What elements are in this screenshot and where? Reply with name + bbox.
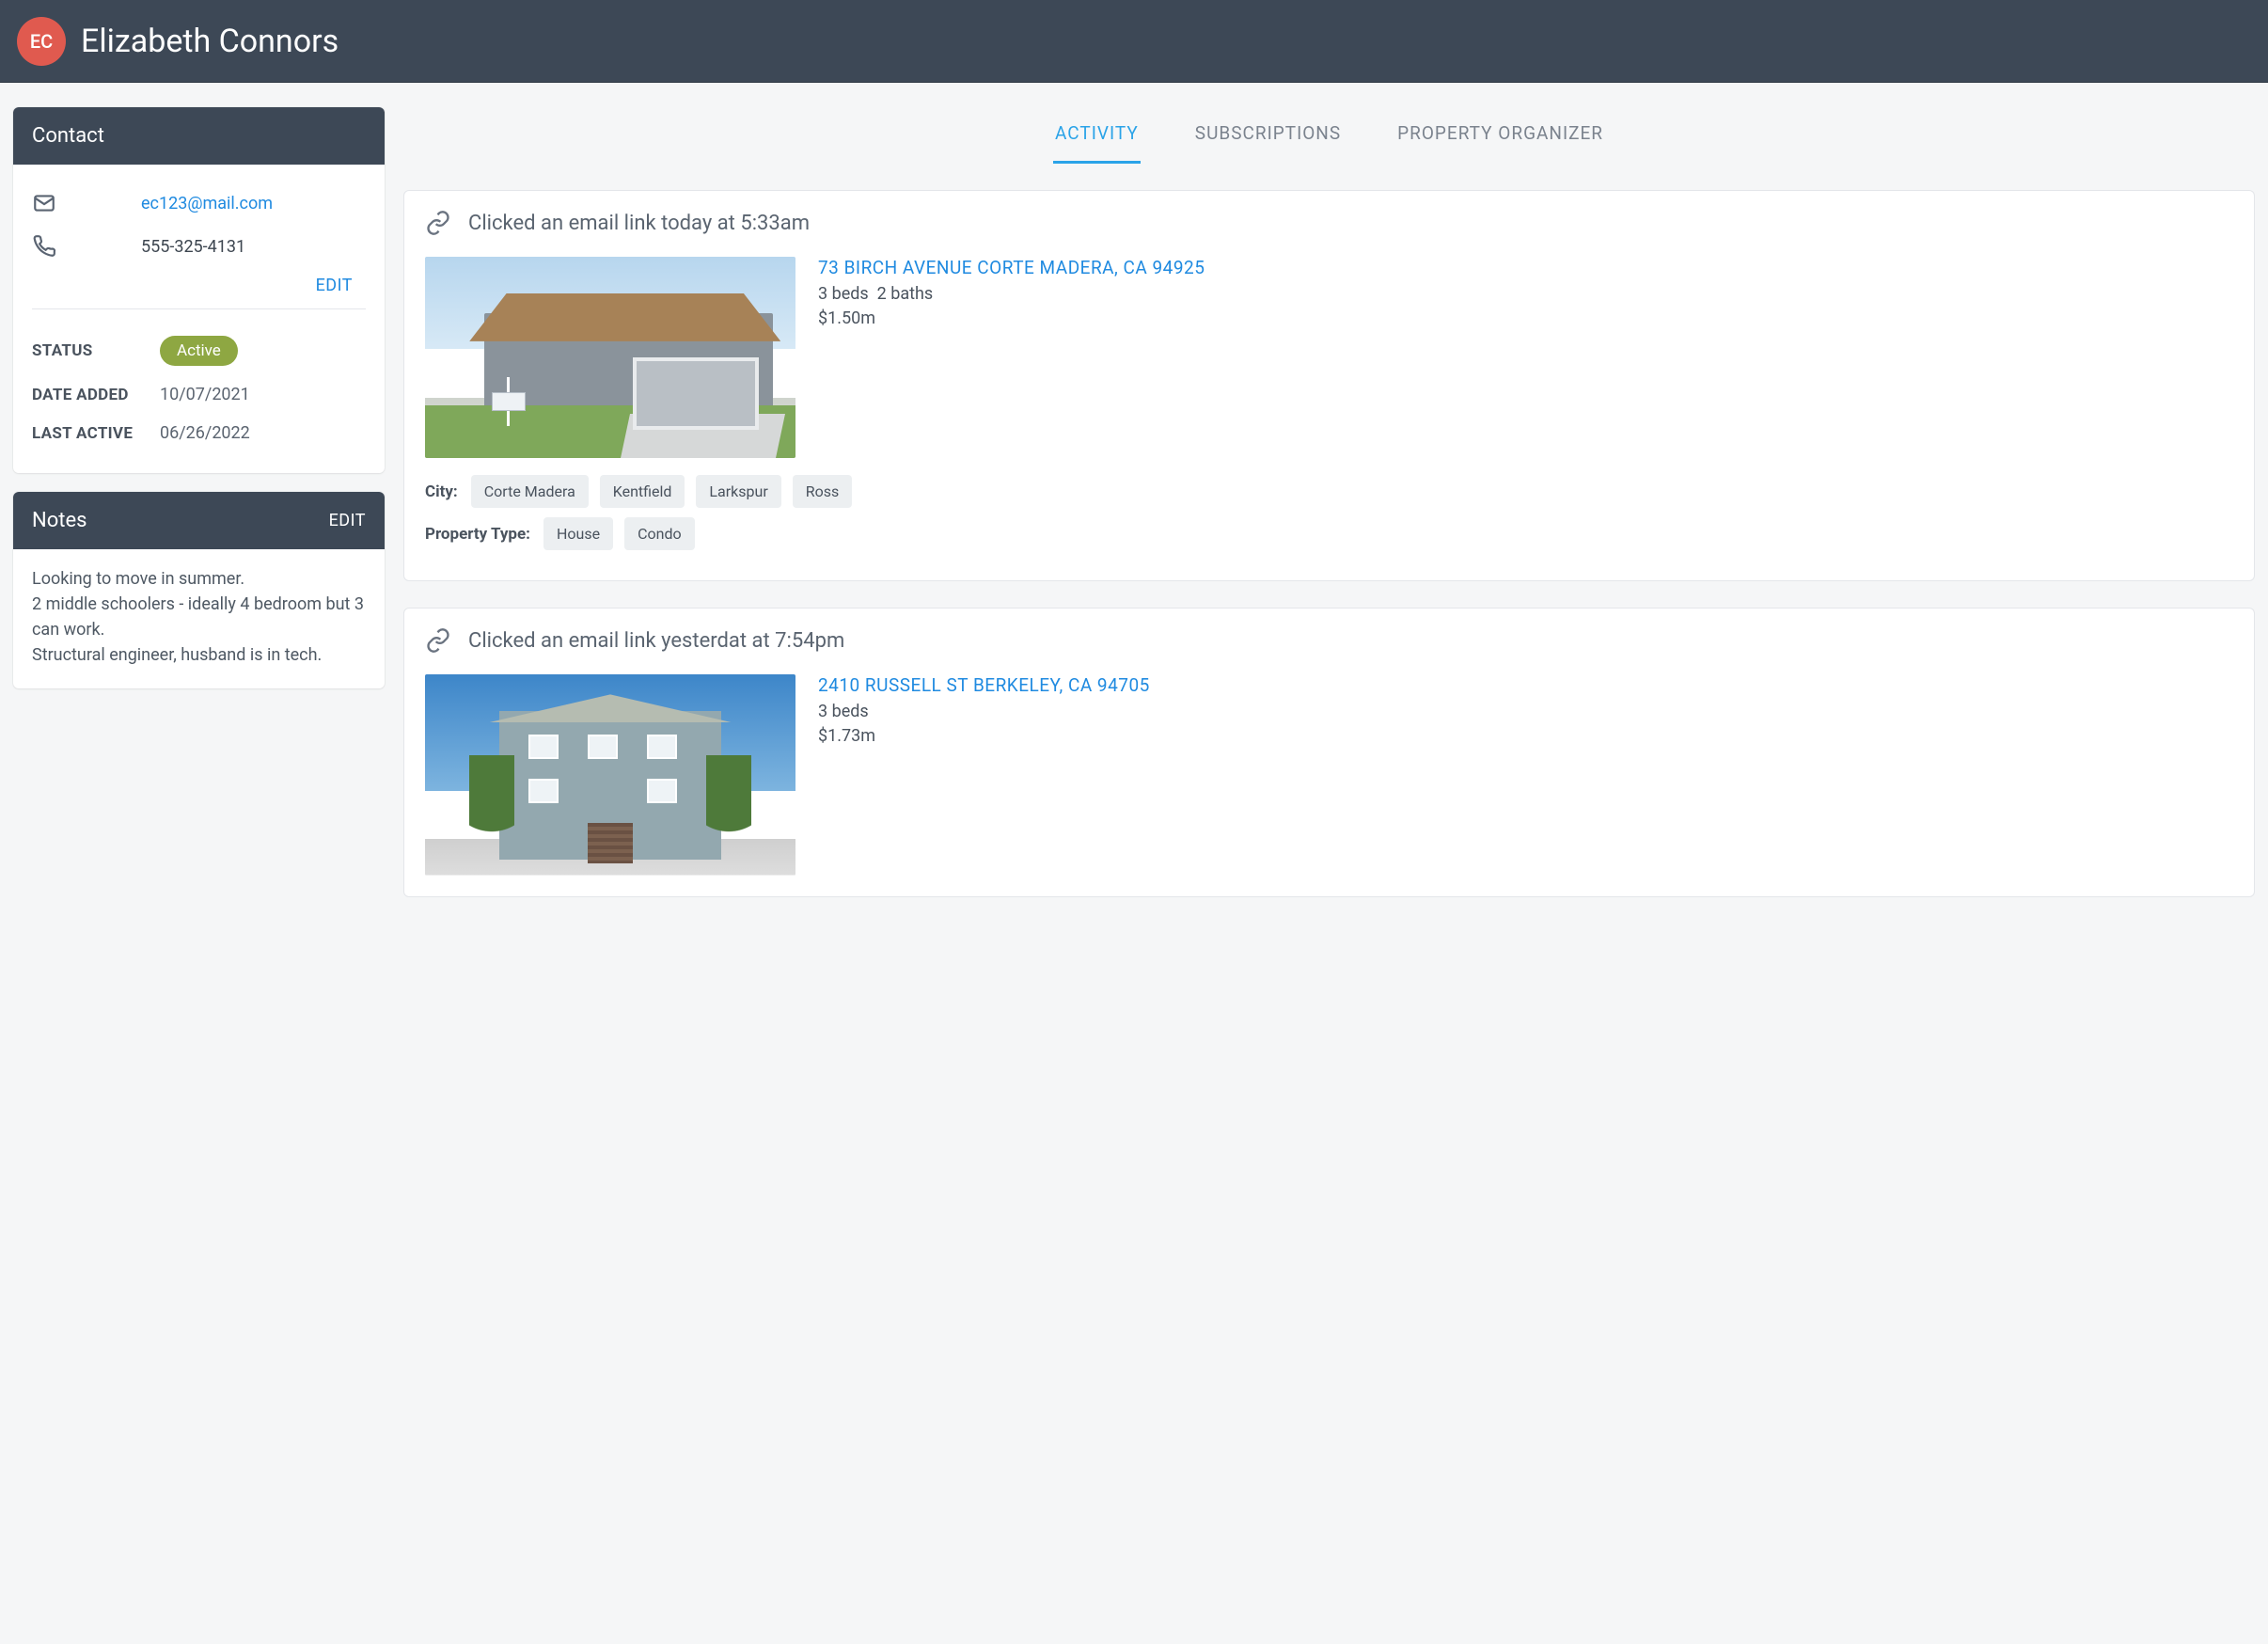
tab-property-organizer[interactable]: PROPERTY ORGANIZER <box>1395 113 1605 164</box>
contact-card-title: Contact <box>32 124 104 148</box>
divider <box>32 308 366 309</box>
city-filter-label: City: <box>425 482 458 501</box>
city-chip[interactable]: Kentfield <box>600 475 685 508</box>
property-address-link[interactable]: 2410 RUSSELL ST BERKELEY, CA 94705 <box>818 674 1150 696</box>
property-image[interactable] <box>425 257 795 458</box>
notes-card: Notes EDIT Looking to move in summer. 2 … <box>13 492 385 688</box>
date-added-label: DATE ADDED <box>32 386 147 404</box>
avatar: EC <box>17 17 66 66</box>
page-title: Elizabeth Connors <box>81 23 339 60</box>
notes-card-header: Notes EDIT <box>13 492 385 549</box>
activity-item: Clicked an email link today at 5:33am 73… <box>403 190 2255 581</box>
link-icon <box>425 210 451 236</box>
avatar-initials: EC <box>30 30 53 53</box>
city-chip[interactable]: Larkspur <box>696 475 780 508</box>
contact-phone: 555-325-4131 <box>141 237 245 257</box>
type-filter-label: Property Type: <box>425 525 530 544</box>
topbar: EC Elizabeth Connors <box>0 0 2268 83</box>
property-beds: 3 beds <box>818 284 869 304</box>
email-icon <box>32 191 56 215</box>
last-active-label: LAST ACTIVE <box>32 424 147 443</box>
notes-body: Looking to move in summer. 2 middle scho… <box>32 566 366 668</box>
tab-subscriptions[interactable]: SUBSCRIPTIONS <box>1193 113 1343 164</box>
notes-edit-button[interactable]: EDIT <box>329 511 366 530</box>
contact-card-header: Contact <box>13 107 385 165</box>
contact-edit-button[interactable]: EDIT <box>32 268 366 308</box>
phone-icon <box>32 234 56 259</box>
city-chip[interactable]: Ross <box>793 475 853 508</box>
activity-event: Clicked an email link yesterdat at 7:54p… <box>468 629 844 653</box>
contact-email[interactable]: ec123@mail.com <box>141 194 273 213</box>
main: ACTIVITY SUBSCRIPTIONS PROPERTY ORGANIZE… <box>403 107 2255 897</box>
status-badge: Active <box>160 336 238 366</box>
tabs: ACTIVITY SUBSCRIPTIONS PROPERTY ORGANIZE… <box>403 107 2255 164</box>
date-added-value: 10/07/2021 <box>160 385 250 404</box>
tab-activity[interactable]: ACTIVITY <box>1053 113 1141 164</box>
sidebar: Contact ec123@mail.com <box>13 107 385 707</box>
property-address-link[interactable]: 73 BIRCH AVENUE CORTE MADERA, CA 94925 <box>818 257 1205 278</box>
activity-event: Clicked an email link today at 5:33am <box>468 212 810 235</box>
property-price: $1.50m <box>818 307 1205 331</box>
type-chip[interactable]: Condo <box>624 517 695 550</box>
property-image[interactable] <box>425 674 795 876</box>
property-baths: 2 baths <box>877 284 934 304</box>
last-active-value: 06/26/2022 <box>160 423 250 443</box>
activity-item: Clicked an email link yesterdat at 7:54p… <box>403 608 2255 897</box>
property-beds: 3 beds <box>818 700 1150 724</box>
property-price: $1.73m <box>818 724 1150 749</box>
type-chip[interactable]: House <box>543 517 613 550</box>
link-icon <box>425 627 451 654</box>
status-label: STATUS <box>32 341 147 360</box>
contact-card: Contact ec123@mail.com <box>13 107 385 473</box>
city-chip[interactable]: Corte Madera <box>471 475 589 508</box>
notes-card-title: Notes <box>32 509 87 532</box>
